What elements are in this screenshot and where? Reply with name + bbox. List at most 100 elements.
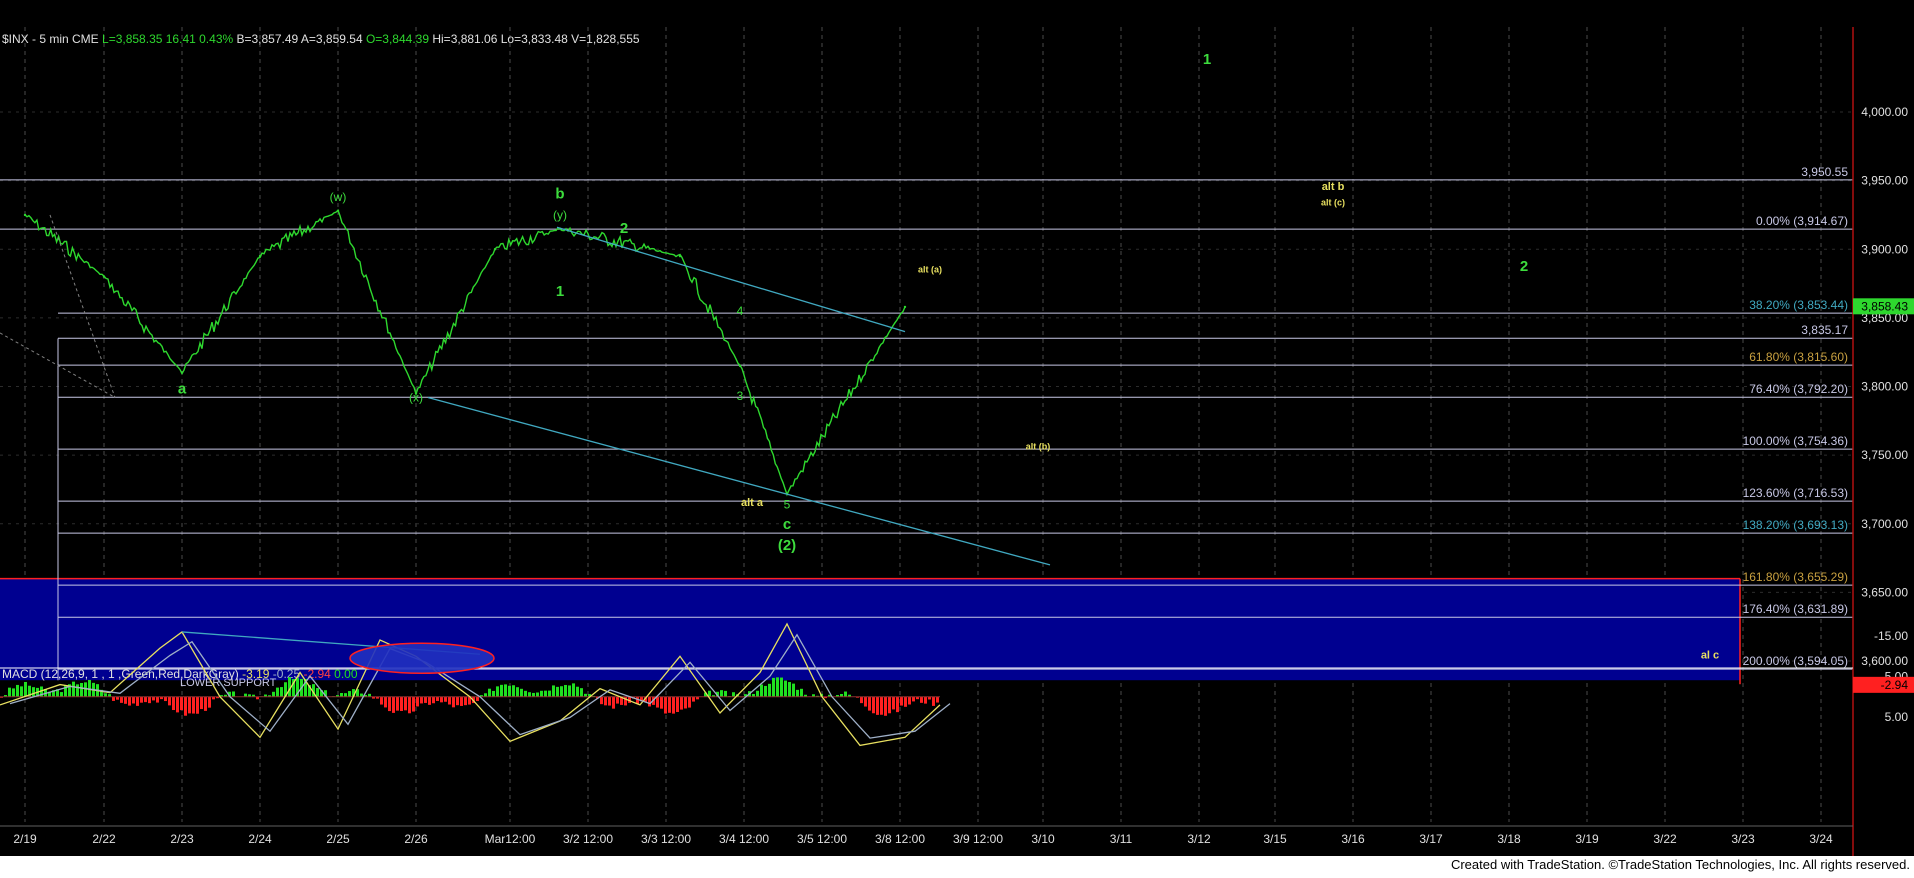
macd-histogram-bar — [60, 692, 63, 697]
macd-histogram-bar — [476, 697, 479, 701]
fib-level-label: 61.80% (3,815.60) — [1749, 350, 1848, 364]
macd-histogram-bar — [208, 697, 211, 708]
wave-label: alt (b) — [1026, 442, 1051, 452]
wave-label: 1 — [556, 283, 564, 300]
macd-histogram-bar — [920, 697, 923, 703]
macd-histogram-bar — [420, 697, 423, 704]
date-axis-tick: 3/15 — [1263, 832, 1287, 846]
price-point — [679, 255, 681, 257]
macd-histogram-bar — [316, 688, 319, 697]
macd-histogram-bar — [488, 689, 491, 697]
macd-histogram-bar — [516, 687, 519, 697]
wave-label: alt (a) — [918, 265, 942, 275]
macd-histogram-bar — [136, 697, 139, 706]
header-field: Lo=3,833.48 — [497, 32, 568, 46]
macd-histogram-bar — [512, 685, 515, 696]
macd-histogram-bar — [692, 697, 695, 702]
macd-histogram-bar — [424, 697, 427, 703]
macd-histogram-bar — [792, 684, 795, 697]
header-field: L=3,858.35 — [99, 32, 163, 46]
macd-histogram-bar — [124, 697, 127, 704]
date-axis-tick: 3/11 — [1110, 832, 1133, 846]
macd-histogram-bar — [176, 697, 179, 713]
wave-label: (w) — [330, 190, 347, 204]
price-point — [103, 276, 105, 278]
fib-level-label: 3,950.55 — [1801, 165, 1848, 179]
date-axis-tick: 3/12 — [1187, 832, 1211, 846]
macd-histogram-bar — [564, 685, 567, 697]
macd-histogram-bar — [172, 697, 175, 710]
macd-histogram-bar — [552, 685, 555, 696]
macd-histogram-bar — [676, 697, 679, 712]
date-axis-tick: 3/17 — [1419, 832, 1443, 846]
macd-histogram-bar — [684, 697, 687, 709]
macd-histogram-bar — [568, 685, 571, 696]
last-price-value: 3,858.43 — [1861, 299, 1908, 313]
macd-histogram-bar — [616, 697, 619, 704]
macd-histogram-bar — [272, 692, 275, 697]
header-field: A=3,859.54 — [298, 32, 363, 46]
macd-histogram-bar — [912, 697, 915, 702]
date-axis-tick: 3/9 12:00 — [953, 832, 1003, 846]
lower-support-zone — [0, 579, 1740, 681]
macd-histogram-bar — [24, 682, 27, 697]
macd-histogram-bar — [448, 697, 451, 705]
macd-histogram-bar — [20, 686, 23, 696]
macd-readout: 0.00 — [331, 667, 358, 681]
macd-histogram-bar — [872, 697, 875, 714]
header-field: 16.41 — [162, 32, 196, 46]
macd-histogram-bar — [604, 697, 607, 706]
macd-histogram-bar — [932, 697, 935, 706]
macd-histogram-bar — [576, 687, 579, 697]
macd-histogram-bar — [756, 691, 759, 697]
fib-level-label: 76.40% (3,792.20) — [1749, 382, 1848, 396]
macd-histogram-bar — [452, 697, 455, 708]
price-point — [494, 248, 496, 250]
macd-histogram-bar — [660, 697, 663, 709]
macd-histogram-bar — [580, 688, 583, 697]
date-axis-tick: 2/25 — [326, 832, 350, 846]
wave-label: 2 — [620, 220, 628, 237]
macd-histogram-bar — [868, 697, 871, 711]
wave-label: a — [178, 380, 187, 397]
macd-histogram-bar — [532, 693, 535, 697]
macd-histogram-bar — [608, 697, 611, 706]
macd-histogram-bar — [528, 692, 531, 697]
header-readout: $INX - 5 min CME L=3,858.35 16.41 0.43% … — [2, 32, 640, 46]
macd-histogram-bar — [688, 697, 691, 708]
fib-level-label: 200.00% (3,594.05) — [1743, 654, 1848, 668]
wave-label: (y) — [553, 208, 567, 222]
macd-histogram-bar — [200, 697, 203, 709]
macd-histogram-bar — [388, 697, 391, 711]
macd-histogram-bar — [16, 685, 19, 697]
macd-histogram-bar — [772, 678, 775, 697]
date-axis-tick: 3/10 — [1031, 832, 1055, 846]
macd-histogram-bar — [132, 697, 135, 704]
macd-histogram-bar — [884, 697, 887, 716]
macd-histogram-bar — [12, 688, 15, 696]
fib-level-label: 123.60% (3,716.53) — [1743, 486, 1848, 500]
macd-histogram-bar — [112, 697, 115, 701]
header-field: O=3,844.39 — [363, 32, 430, 46]
date-axis-tick: 3/8 12:00 — [875, 832, 925, 846]
macd-histogram-bar — [120, 697, 123, 703]
macd-histogram-bar — [404, 697, 407, 711]
wave-label: (x) — [409, 391, 423, 405]
macd-histogram-bar — [892, 697, 895, 710]
date-axis-tick: 2/19 — [13, 832, 37, 846]
macd-histogram-bar — [500, 685, 503, 697]
price-point — [337, 210, 339, 212]
chart-background — [0, 27, 1914, 856]
macd-histogram-bar — [456, 697, 459, 705]
macd-histogram-bar — [880, 697, 883, 715]
macd-histogram-bar — [392, 697, 395, 713]
macd-histogram-bar — [72, 682, 75, 697]
macd-axis-tick: 5.00 — [1885, 710, 1909, 724]
macd-histogram-bar — [520, 689, 523, 697]
macd-histogram-bar — [672, 697, 675, 714]
fib-level-label: 3,835.17 — [1801, 323, 1848, 337]
macd-histogram-bar — [524, 691, 527, 697]
macd-histogram-bar — [444, 697, 447, 702]
macd-histogram-bar — [612, 697, 615, 709]
macd-histogram-bar — [384, 697, 387, 708]
